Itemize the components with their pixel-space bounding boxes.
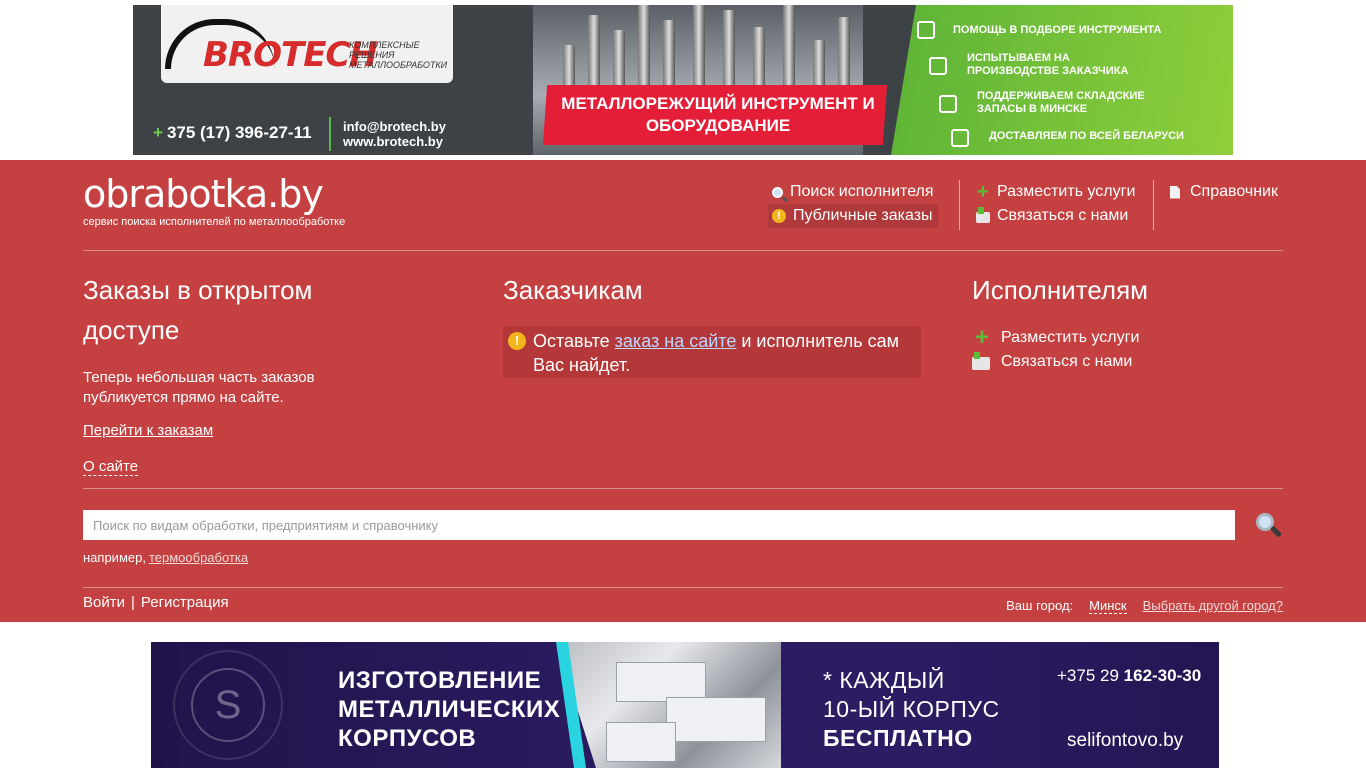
brotech-headline: МЕТАЛЛОРЕЖУЩИЙ ИНСТРУМЕНТ И ОБОРУДОВАНИЕ	[561, 94, 875, 135]
about-site-link[interactable]: О сайте	[83, 458, 139, 476]
customers-title: Заказчикам	[503, 275, 643, 305]
nav-find-executor[interactable]: Поиск исполнителя	[768, 180, 938, 204]
search-button[interactable]	[1255, 512, 1283, 540]
nav-group-search: Поиск исполнителя ! Публичные заказы	[768, 180, 938, 228]
feature-item: ДОСТАВЛЯЕМ ПО ВСЕЙ БЕЛАРУСИ	[989, 130, 1184, 142]
plus-icon: +	[974, 324, 989, 351]
site-header: obrabotka.by сервис поиска исполнителей …	[0, 160, 1366, 622]
features-panel: ПОМОЩЬ В ПОДБОРЕ ИНСТРУМЕНТА ИСПЫТЫВАЕМ …	[891, 5, 1233, 155]
executors-link-label: Связаться с нами	[1001, 353, 1133, 370]
auth-separator: |	[130, 594, 135, 611]
bottom-banner-title: ИЗГОТОВЛЕНИЕ МЕТАЛЛИЧЕСКИХ КОРПУСОВ	[338, 666, 560, 753]
divider	[83, 250, 1283, 251]
site-tagline: сервис поиска исполнителей по металлообр…	[83, 216, 346, 228]
login-link[interactable]: Войти	[83, 594, 125, 611]
city-value[interactable]: Минск	[1089, 598, 1127, 614]
nav-public-orders[interactable]: ! Публичные заказы	[768, 204, 938, 228]
nav-label: Справочник	[1190, 183, 1278, 200]
register-link[interactable]: Регистрация	[141, 594, 229, 611]
exclamation-icon: !	[508, 332, 526, 350]
promo-text: * КАЖДЫЙ 10-ЫЙ КОРПУС БЕСПЛАТНО	[823, 666, 1000, 753]
phone-number: 162-30-30	[1123, 666, 1202, 685]
city-label: Ваш город:	[1006, 598, 1074, 613]
factory-test-icon	[929, 57, 947, 75]
bottom-ad-banner[interactable]: S ИЗГОТОВЛЕНИЕ МЕТАЛЛИЧЕСКИХ КОРПУСОВ * …	[151, 642, 1219, 768]
delivery-icon	[951, 129, 969, 147]
enclosures-photo	[556, 642, 781, 768]
title-line: КОРПУСОВ	[338, 725, 477, 752]
brotech-site: www.brotech.by	[343, 134, 443, 149]
nav-separator	[1153, 180, 1154, 230]
order-on-site-link[interactable]: заказ на сайте	[615, 331, 737, 351]
title-line: ИЗГОТОВЛЕНИЕ	[338, 667, 542, 694]
feature-item: ПОДДЕРЖИВАЕМ СКЛАДСКИЕ ЗАПАСЫ В МИНСКЕ	[977, 90, 1145, 115]
go-to-orders-link[interactable]: Перейти к заказам	[83, 422, 213, 439]
executors-link-label: Разместить услуги	[1001, 329, 1140, 346]
brotech-logo-subtitle: КОМПЛЕКСНЫЕ РЕШЕНИЯ МЕТАЛЛООБРАБОТКИ	[349, 40, 448, 70]
top-ad-banner[interactable]: BROTECH КОМПЛЕКСНЫЕ РЕШЕНИЯ МЕТАЛЛООБРАБ…	[133, 5, 1233, 155]
nav-label: Связаться с нами	[997, 207, 1129, 224]
divider	[83, 587, 1283, 588]
mail-icon	[972, 351, 990, 370]
brotech-email: info@brotech.by	[343, 119, 446, 134]
city-selector: Ваш город: Минск Выбрать другой город?	[1006, 598, 1283, 614]
promo-line: * КАЖДЫЙ	[823, 667, 945, 693]
plus-icon: +	[977, 181, 989, 203]
nav-group-reference: Справочник	[1166, 180, 1282, 204]
nav-reference[interactable]: Справочник	[1166, 180, 1282, 204]
executors-place-services[interactable]: + Разместить услуги	[972, 326, 1139, 350]
bottom-banner-phone: +375 29 162-30-30	[1057, 666, 1201, 686]
brotech-contacts: info@brotech.by www.brotech.by	[343, 119, 446, 149]
search-example: например, термообработка	[83, 550, 248, 565]
phone-prefix: +375 29	[1057, 666, 1124, 685]
orders-text: Теперь небольшая часть заказов публикует…	[83, 369, 315, 406]
nav-place-services[interactable]: + Разместить услуги	[972, 180, 1139, 204]
mail-icon	[976, 206, 990, 223]
nav-label: Разместить услуги	[997, 183, 1136, 200]
nav-contact-us[interactable]: Связаться с нами	[972, 204, 1139, 228]
tool-select-icon	[917, 21, 935, 39]
executors-contact-us[interactable]: Связаться с нами	[972, 350, 1139, 374]
executors-links: + Разместить услуги Связаться с нами	[972, 326, 1139, 374]
bottom-banner-site: selifontovo.by	[1067, 730, 1184, 751]
search-icon	[772, 186, 783, 198]
site-logo[interactable]: obrabotka.by	[83, 172, 324, 216]
feature-item: ИСПЫТЫВАЕМ НА ПРОИЗВОДСТВЕ ЗАКАЗЧИКА	[967, 52, 1129, 77]
title-line: МЕТАЛЛИЧЕСКИХ	[338, 696, 561, 723]
brotech-logo-card: BROTECH КОМПЛЕКСНЫЕ РЕШЕНИЯ МЕТАЛЛООБРАБ…	[161, 5, 453, 83]
executors-title: Исполнителям	[972, 275, 1149, 305]
brotech-phone: +375 (17) 396-27-11	[153, 123, 312, 142]
orders-title: Заказы в открытом доступе	[83, 275, 313, 345]
auth-links: Войти | Регистрация	[83, 594, 229, 611]
promo-line: БЕСПЛАТНО	[823, 725, 973, 751]
divider	[83, 488, 1283, 489]
change-city-link[interactable]: Выбрать другой город?	[1143, 598, 1283, 614]
divider	[329, 117, 331, 151]
nav-label: Публичные заказы	[793, 207, 933, 224]
warehouse-icon	[939, 95, 957, 113]
example-label: например,	[83, 550, 146, 565]
plus-icon: +	[153, 123, 163, 142]
example-link[interactable]: термообработка	[149, 550, 248, 565]
notice-text: Оставьте	[533, 331, 615, 351]
exclamation-icon: !	[772, 209, 786, 223]
nav-label: Поиск исполнителя	[790, 183, 934, 200]
nav-separator	[959, 180, 960, 230]
s-logo-icon: S	[191, 668, 265, 742]
document-icon	[1170, 185, 1180, 199]
nav-group-services: + Разместить услуги Связаться с нами	[972, 180, 1139, 228]
feature-item: ПОМОЩЬ В ПОДБОРЕ ИНСТРУМЕНТА	[953, 24, 1162, 36]
search-input[interactable]	[83, 510, 1235, 540]
customers-notice: ! Оставьте заказ на сайте и исполнитель с…	[503, 326, 921, 378]
search-icon-handle	[1269, 525, 1283, 538]
promo-line: 10-ЫЙ КОРПУС	[823, 696, 1000, 722]
